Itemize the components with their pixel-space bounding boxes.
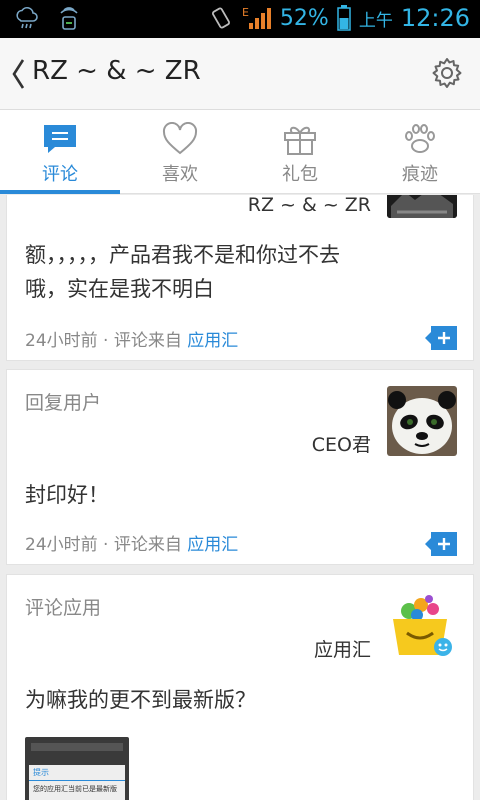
screenshot-thumbnail[interactable]: 提示 您的应用汇当前已是最新版 <box>25 737 129 800</box>
tab-label: 评论 <box>42 164 78 185</box>
avatar[interactable] <box>387 386 457 456</box>
clock-ampm: 上午 <box>358 10 393 31</box>
app-logo[interactable] <box>387 589 457 659</box>
add-comment-icon[interactable] <box>425 326 457 350</box>
tab-traces[interactable]: 痕迹 <box>360 110 480 193</box>
tab-bar: 评论 喜欢 礼包 痕迹 <box>0 110 480 194</box>
tab-likes[interactable]: 喜欢 <box>120 110 240 193</box>
thumbnail-dialog-title: 提示 <box>29 765 125 781</box>
gift-icon <box>284 126 316 155</box>
comment-feed[interactable]: RZ ~ & ~ ZR 额，，，，，产品君我不是和你过不去 哦，实在是我不明白 … <box>0 195 480 800</box>
comment-card: 评论应用 应用汇 为嘛我的更不到最新版？ 提示 您的应用汇当前已是最新版 <box>6 574 474 800</box>
avatar[interactable] <box>387 195 457 218</box>
tab-comments[interactable]: 评论 <box>0 110 120 194</box>
settings-gear-icon[interactable] <box>430 56 464 90</box>
reply-type-label: 回复用户 <box>25 392 102 414</box>
comment-source-link[interactable]: 应用汇 <box>187 331 238 351</box>
comment-meta: 24小时前 · 评论来自 应用汇 <box>25 326 238 351</box>
thumbnail-dialog-text: 您的应用汇当前已是最新版 <box>33 785 117 793</box>
tab-label: 喜欢 <box>162 164 198 185</box>
back-chevron-icon[interactable] <box>10 56 26 92</box>
heart-icon <box>162 122 198 155</box>
comment-body: 额，，，，，产品君我不是和你过不去 哦，实在是我不明白 <box>25 238 403 306</box>
comment-user[interactable]: 应用汇 <box>314 635 371 662</box>
status-bar: E 52% 上午 12:26 <box>0 0 480 38</box>
weather-rain-icon <box>16 6 38 29</box>
clock: 12:26 <box>400 4 470 32</box>
comment-icon <box>44 125 76 153</box>
add-comment-icon[interactable] <box>425 532 457 556</box>
comment-time: 24小时前 · 评论来自 <box>25 535 182 555</box>
page-title: RZ ~ & ~ ZR <box>32 56 201 86</box>
comment-body-line: 哦，实在是我不明白 <box>25 277 214 301</box>
tab-gifts[interactable]: 礼包 <box>240 110 360 193</box>
comment-body: 封印好！ <box>25 483 109 507</box>
comment-body-line: 额，，，，，产品君我不是和你过不去 <box>25 243 340 267</box>
svg-text:E: E <box>242 6 249 19</box>
comment-time: 24小时前 · 评论来自 <box>25 331 182 351</box>
signal-edge-icon: E <box>242 6 271 29</box>
title-bar: RZ ~ & ~ ZR <box>0 38 480 110</box>
comment-body: 为嘛我的更不到最新版？ <box>25 688 256 712</box>
reply-type-label: 评论应用 <box>25 597 102 619</box>
comment-meta: 24小时前 · 评论来自 应用汇 <box>25 530 238 555</box>
comment-user[interactable]: CEO君 <box>312 430 371 457</box>
battery-percent: 52% <box>279 5 329 31</box>
battery-icon <box>337 5 351 31</box>
tab-label: 痕迹 <box>402 164 438 185</box>
comment-card: RZ ~ & ~ ZR 额，，，，，产品君我不是和你过不去 哦，实在是我不明白 … <box>6 195 474 361</box>
notification-bell-icon <box>60 7 78 30</box>
vibrate-icon <box>211 7 230 29</box>
tab-label: 礼包 <box>282 164 318 185</box>
comment-source-link[interactable]: 应用汇 <box>187 535 238 555</box>
comment-card: 回复用户 CEO君 封印好！ 24小时前 · 评论来自 应用汇 <box>6 369 474 565</box>
pawprint-icon <box>405 124 435 153</box>
comment-user[interactable]: RZ ~ & ~ ZR <box>248 195 371 216</box>
